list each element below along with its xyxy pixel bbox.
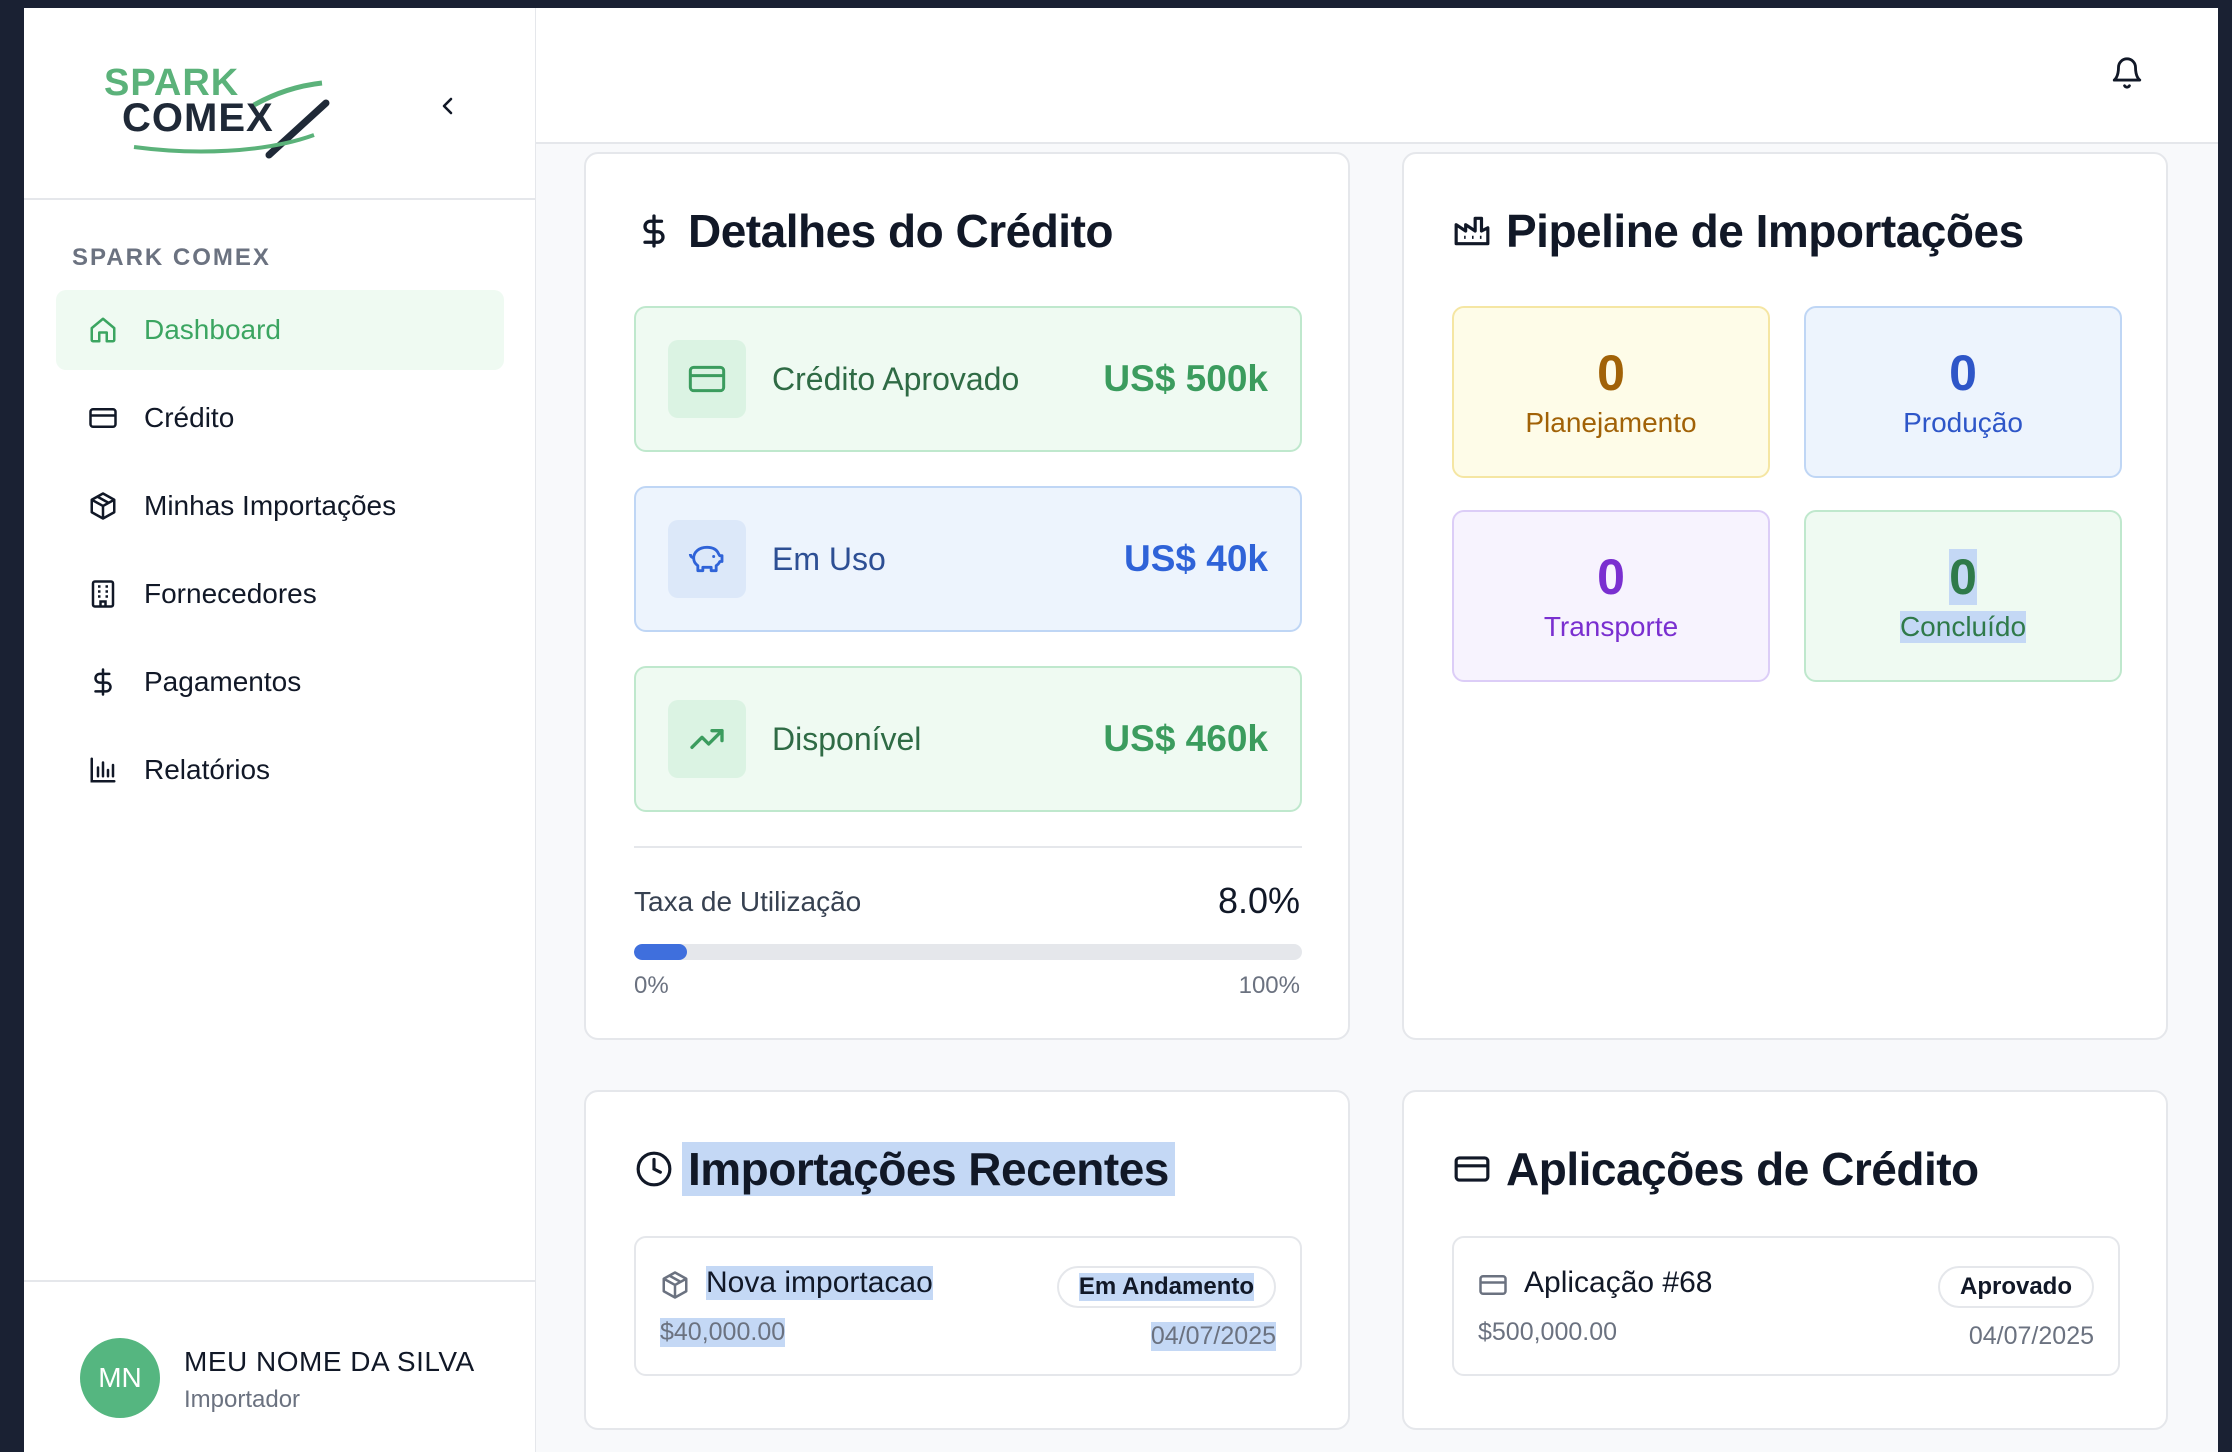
dollar-icon <box>86 665 120 699</box>
status-badge: Aprovado <box>1937 1266 2094 1308</box>
credit-applications-card: Aplicações de Crédito Aplicação #68 $500… <box>1402 1090 2168 1430</box>
sidebar: SPARK COMEX SPARK COMEX Dashboard Crédit… <box>24 8 536 1452</box>
credit-row-label: Em Uso <box>772 540 886 577</box>
dollar-icon <box>634 211 674 251</box>
credit-details-card: Detalhes do Crédito Crédito Aprovado US$… <box>584 152 1350 1040</box>
trending-up-icon <box>668 700 746 778</box>
user-role: Importador <box>184 1386 301 1413</box>
card-title: Importações Recentes <box>634 1142 1175 1196</box>
progress-max-label: 100% <box>1238 972 1300 999</box>
piggy-bank-icon <box>668 520 746 598</box>
top-bar <box>536 8 2218 144</box>
package-icon <box>660 1270 692 1302</box>
package-icon <box>86 489 120 523</box>
import-title: Nova importacao <box>706 1266 933 1300</box>
sidebar-item-dashboard[interactable]: Dashboard <box>56 290 504 370</box>
credit-available-row: Disponível US$ 460k <box>634 666 1302 812</box>
recent-imports-title: Importações Recentes <box>682 1142 1175 1196</box>
stage-count: 0 <box>1949 549 1977 605</box>
import-date: 04/07/2025 <box>1150 1322 1276 1351</box>
utilization-progress-fill <box>634 944 688 960</box>
application-title: Aplicação #68 <box>1524 1266 1713 1299</box>
logo-swoosh-icon <box>133 80 330 159</box>
progress-min-label: 0% <box>634 972 669 999</box>
credit-card-icon <box>1478 1270 1510 1302</box>
home-icon <box>86 313 120 347</box>
brand-logo[interactable]: SPARK COMEX <box>104 63 334 163</box>
bar-chart-icon <box>86 753 120 787</box>
avatar: MN <box>80 1338 160 1418</box>
sidebar-item-label: Relatórios <box>144 754 271 785</box>
stage-count: 0 <box>1949 345 1977 401</box>
stage-transporte[interactable]: 0 Transporte <box>1452 510 1770 682</box>
credit-card-icon <box>86 401 120 435</box>
sidebar-section-label: SPARK COMEX <box>72 244 271 271</box>
sidebar-item-credito[interactable]: Crédito <box>56 378 504 458</box>
credit-card-icon <box>1452 1149 1492 1189</box>
credit-approved-row: Crédito Aprovado US$ 500k <box>634 306 1302 452</box>
sidebar-item-relatorios[interactable]: Relatórios <box>56 730 504 810</box>
stage-count: 0 <box>1597 345 1625 401</box>
stage-name: Transporte <box>1543 611 1679 642</box>
divider <box>634 846 1302 848</box>
utilization-progress-bar <box>634 944 1302 960</box>
credit-row-label: Crédito Aprovado <box>772 360 1020 397</box>
sidebar-nav: Dashboard Crédito Minhas Importações For… <box>56 290 504 818</box>
credit-row-amount: US$ 460k <box>1103 718 1268 759</box>
user-profile[interactable]: MN MEU NOME DA SILVA Importador <box>24 1280 536 1452</box>
sidebar-header: SPARK COMEX <box>24 8 535 200</box>
chevron-left-icon <box>442 97 453 115</box>
card-title: Pipeline de Importações <box>1452 204 2024 258</box>
pipeline-title: Pipeline de Importações <box>1506 205 2024 257</box>
recent-imports-card: Importações Recentes Nova importacao $40… <box>584 1090 1350 1430</box>
credit-applications-title: Aplicações de Crédito <box>1506 1143 1979 1195</box>
stage-name: Planejamento <box>1525 407 1697 438</box>
notifications-button[interactable] <box>2110 56 2150 96</box>
credit-row-amount: US$ 40k <box>1124 538 1268 579</box>
stage-concluido[interactable]: 0 Concluído <box>1804 510 2122 682</box>
building-icon <box>86 577 120 611</box>
application-date: 04/07/2025 <box>1968 1322 2094 1350</box>
status-badge-label: Aprovado <box>1959 1273 2072 1300</box>
sidebar-item-label: Fornecedores <box>144 578 317 609</box>
status-badge-label: Em Andamento <box>1078 1273 1254 1301</box>
status-badge: Em Andamento <box>1056 1266 1276 1308</box>
app-window: SPARK COMEX SPARK COMEX Dashboard Crédit… <box>24 8 2218 1452</box>
stage-name: Concluído <box>1899 611 2027 643</box>
card-title: Aplicações de Crédito <box>1452 1142 1979 1196</box>
user-name: MEU NOME DA SILVA <box>184 1346 475 1377</box>
list-item[interactable]: Aplicação #68 $500,000.00 Aprovado 04/07… <box>1452 1236 2120 1376</box>
sidebar-item-label: Dashboard <box>144 314 281 345</box>
stage-count: 0 <box>1597 549 1625 605</box>
bell-icon <box>2112 57 2142 89</box>
stage-planejamento[interactable]: 0 Planejamento <box>1452 306 1770 478</box>
clock-icon <box>634 1149 674 1189</box>
credit-details-title: Detalhes do Crédito <box>688 205 1114 257</box>
import-amount: $40,000.00 <box>660 1318 786 1347</box>
credit-card-icon <box>668 340 746 418</box>
stage-producao[interactable]: 0 Produção <box>1804 306 2122 478</box>
import-pipeline-card: Pipeline de Importações 0 Planejamento 0… <box>1402 152 2168 1040</box>
sidebar-item-pagamentos[interactable]: Pagamentos <box>56 642 504 722</box>
stage-name: Produção <box>1903 407 2023 438</box>
factory-icon <box>1452 211 1492 251</box>
sidebar-item-label: Crédito <box>144 402 235 433</box>
utilization-value: 8.0% <box>1217 880 1300 921</box>
sidebar-item-fornecedores[interactable]: Fornecedores <box>56 554 504 634</box>
collapse-sidebar-button[interactable] <box>430 88 466 124</box>
credit-row-amount: US$ 500k <box>1103 358 1268 399</box>
utilization-label: Taxa de Utilização <box>634 886 862 917</box>
credit-in-use-row: Em Uso US$ 40k <box>634 486 1302 632</box>
sidebar-item-label: Pagamentos <box>144 666 302 697</box>
card-title: Detalhes do Crédito <box>634 204 1114 258</box>
credit-row-label: Disponível <box>772 720 922 757</box>
list-item[interactable]: Nova importacao $40,000.00 Em Andamento … <box>634 1236 1302 1376</box>
application-amount: $500,000.00 <box>1478 1318 1618 1346</box>
sidebar-item-minhas-importacoes[interactable]: Minhas Importações <box>56 466 504 546</box>
sidebar-item-label: Minhas Importações <box>144 490 397 521</box>
